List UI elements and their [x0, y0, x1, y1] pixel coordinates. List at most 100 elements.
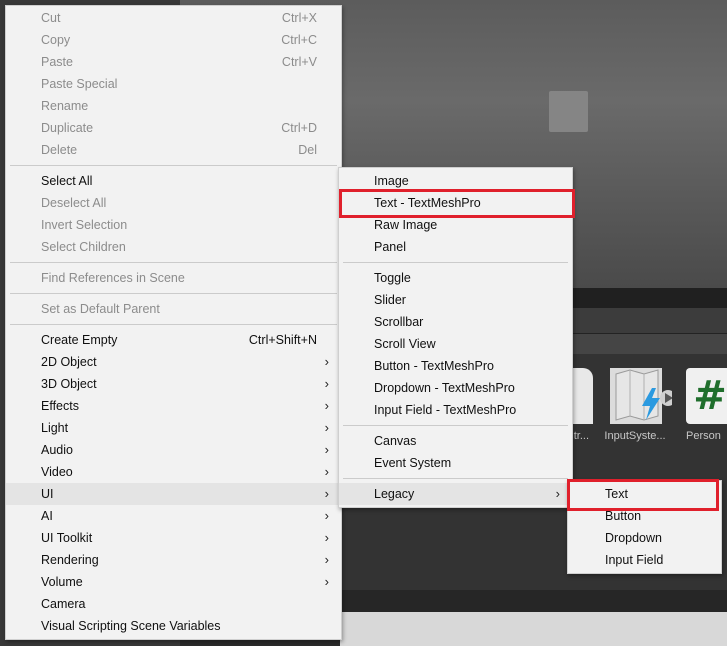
- context-menu-item-ui[interactable]: UI ›: [6, 483, 341, 505]
- menu-item-label: AI: [41, 509, 53, 523]
- context-menu-item-camera[interactable]: Camera: [6, 593, 341, 615]
- chevron-right-icon: ›: [324, 552, 329, 567]
- context-menu-item-set-as-default-parent: Set as Default Parent: [6, 298, 341, 320]
- menu-separator: [10, 293, 337, 294]
- menu-separator: [343, 478, 568, 479]
- context-menu-item-invert-selection: Invert Selection: [6, 214, 341, 236]
- menu-separator: [10, 262, 337, 263]
- context-menu-item-paste-special: Paste Special: [6, 73, 341, 95]
- chevron-right-icon: ›: [324, 376, 329, 391]
- menu-item-shortcut: Ctrl+C: [281, 33, 317, 47]
- menu-item-label: Canvas: [374, 434, 417, 448]
- menu-item-label: Effects: [41, 399, 79, 413]
- context-menu-item-audio[interactable]: Audio ›: [6, 439, 341, 461]
- context-menu-item-select-children: Select Children: [6, 236, 341, 258]
- menu-item-shortcut: Ctrl+X: [281, 11, 317, 25]
- menu-separator: [343, 262, 568, 263]
- menu-item-label: Duplicate: [41, 121, 94, 135]
- menu-item-label: Copy: [41, 33, 71, 47]
- status-strip: [340, 612, 727, 646]
- ui-submenu-item-scrollbar[interactable]: Scrollbar: [339, 311, 572, 333]
- menu-item-label: Slider: [374, 293, 406, 307]
- menu-item-label: Legacy: [374, 487, 415, 501]
- menu-item-label: Visual Scripting Scene Variables: [41, 619, 221, 633]
- context-menu-item-find-references-in-scene: Find References in Scene: [6, 267, 341, 289]
- input-system-asset-icon: [610, 368, 676, 424]
- context-menu-item-effects[interactable]: Effects ›: [6, 395, 341, 417]
- chevron-right-icon: ›: [324, 398, 329, 413]
- menu-item-label: Select All: [41, 174, 93, 188]
- chevron-right-icon: ›: [324, 354, 329, 369]
- ui-submenu-item-dropdown-textmeshpro[interactable]: Dropdown - TextMeshPro: [339, 377, 572, 399]
- chevron-right-icon: ›: [324, 574, 329, 589]
- ui-submenu-item-button-textmeshpro[interactable]: Button - TextMeshPro: [339, 355, 572, 377]
- context-menu-item-3d-object[interactable]: 3D Object ›: [6, 373, 341, 395]
- asset-item[interactable]: # Person: [678, 368, 727, 448]
- menu-separator: [343, 425, 568, 426]
- menu-item-label: Audio: [41, 443, 73, 457]
- menu-item-label: Scrollbar: [374, 315, 424, 329]
- menu-item-label: Dropdown: [605, 531, 662, 545]
- context-menu-item-volume[interactable]: Volume ›: [6, 571, 341, 593]
- ui-submenu-item-scroll-view[interactable]: Scroll View: [339, 333, 572, 355]
- asset-item[interactable]: InputSyste...: [600, 368, 676, 448]
- menu-item-label: Set as Default Parent: [41, 302, 160, 316]
- chevron-right-icon: ›: [324, 530, 329, 545]
- chevron-right-icon: ›: [324, 508, 329, 523]
- context-menu-item-ai[interactable]: AI ›: [6, 505, 341, 527]
- menu-item-label: Cut: [41, 11, 61, 25]
- context-menu-item-delete: Delete Del: [6, 139, 341, 161]
- context-menu-item-light[interactable]: Light ›: [6, 417, 341, 439]
- menu-item-label: Rename: [41, 99, 89, 113]
- menu-item-label: Delete: [41, 143, 78, 157]
- ui-submenu-item-event-system[interactable]: Event System: [339, 452, 572, 474]
- ui-submenu-item-canvas[interactable]: Canvas: [339, 430, 572, 452]
- context-menu-item-duplicate: Duplicate Ctrl+D: [6, 117, 341, 139]
- scene-cube-object[interactable]: [549, 91, 588, 132]
- ui-submenu-item-panel[interactable]: Panel: [339, 236, 572, 258]
- csharp-script-icon: #: [686, 368, 727, 424]
- menu-item-label: Paste Special: [41, 77, 118, 91]
- menu-item-label: Toggle: [374, 271, 411, 285]
- asset-label: Person: [686, 430, 721, 442]
- context-menu-item-deselect-all: Deselect All: [6, 192, 341, 214]
- menu-item-label: Panel: [374, 240, 406, 254]
- menu-item-label: Input Field - TextMeshPro: [374, 403, 517, 417]
- menu-item-label: Scroll View: [374, 337, 436, 351]
- menu-item-label: Dropdown - TextMeshPro: [374, 381, 515, 395]
- context-menu-item-rendering[interactable]: Rendering ›: [6, 549, 341, 571]
- asset-label: InputSyste...: [604, 430, 666, 442]
- context-menu-item-create-empty[interactable]: Create Empty Ctrl+Shift+N: [6, 329, 341, 351]
- menu-separator: [10, 165, 337, 166]
- menu-item-label: Volume: [41, 575, 83, 589]
- chevron-right-icon: ›: [324, 442, 329, 457]
- menu-item-label: Invert Selection: [41, 218, 128, 232]
- ui-submenu-item-slider[interactable]: Slider: [339, 289, 572, 311]
- context-menu-item-select-all[interactable]: Select All: [6, 170, 341, 192]
- menu-item-shortcut: Ctrl+Shift+N: [248, 333, 317, 347]
- legacy-submenu-item-dropdown[interactable]: Dropdown: [568, 527, 721, 549]
- context-menu-item-video[interactable]: Video ›: [6, 461, 341, 483]
- ui-submenu-item-input-field-textmeshpro[interactable]: Input Field - TextMeshPro: [339, 399, 572, 421]
- legacy-submenu-item-input-field[interactable]: Input Field: [568, 549, 721, 571]
- menu-item-shortcut: Ctrl+V: [281, 55, 317, 69]
- highlight-box-legacy-text: [567, 479, 719, 511]
- ui-submenu-item-toggle[interactable]: Toggle: [339, 267, 572, 289]
- context-menu-item-visual-scripting-scene-variables[interactable]: Visual Scripting Scene Variables: [6, 615, 341, 637]
- menu-item-label: 2D Object: [41, 355, 97, 369]
- ui-submenu: Image Text - TextMeshPro Raw Image Panel Tog…: [338, 167, 573, 508]
- menu-item-label: Button - TextMeshPro: [374, 359, 494, 373]
- context-menu-item-paste: Paste Ctrl+V: [6, 51, 341, 73]
- chevron-right-icon: ›: [324, 420, 329, 435]
- highlight-box-text-textmeshpro: [339, 189, 575, 218]
- menu-separator: [10, 324, 337, 325]
- chevron-right-icon: ›: [555, 486, 560, 501]
- menu-item-label: Rendering: [41, 553, 99, 567]
- project-footer: [340, 590, 727, 612]
- menu-item-label: Light: [41, 421, 69, 435]
- ui-submenu-item-legacy[interactable]: Legacy ›: [339, 483, 572, 505]
- menu-item-label: Camera: [41, 597, 86, 611]
- hierarchy-context-menu: Cut Ctrl+X Copy Ctrl+C Paste Ctrl+V Paste Spec…: [5, 5, 342, 640]
- context-menu-item-2d-object[interactable]: 2D Object ›: [6, 351, 341, 373]
- context-menu-item-ui-toolkit[interactable]: UI Toolkit ›: [6, 527, 341, 549]
